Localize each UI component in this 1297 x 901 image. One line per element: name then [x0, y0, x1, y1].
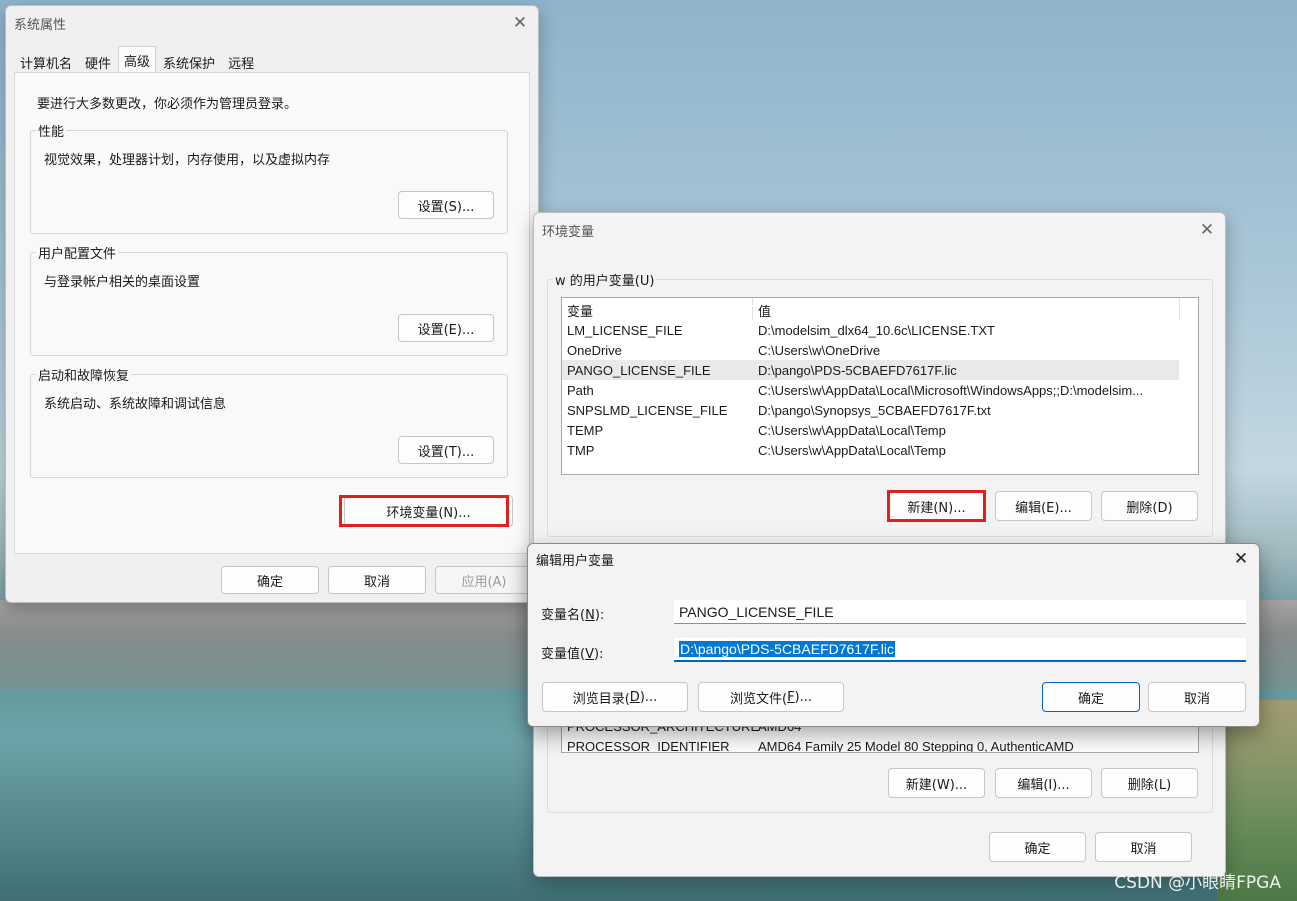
close-icon[interactable]: ✕: [1231, 549, 1251, 569]
browse-directory-button[interactable]: 浏览目录(D)...: [542, 682, 688, 712]
list-header: 变量 值: [562, 300, 1179, 320]
ok-button[interactable]: 确定: [221, 566, 319, 594]
watermark: CSDN @小眼睛FPGA: [1114, 873, 1281, 893]
variable-name: TEMP: [567, 422, 604, 438]
variable-value: C:\Users\w\OneDrive: [758, 342, 881, 358]
apply-button[interactable]: 应用(A): [435, 566, 533, 594]
user-variables-title: w 的用户变量(U): [553, 270, 657, 289]
variable-value: C:\Users\w\AppData\Local\Temp: [758, 422, 946, 438]
cancel-button[interactable]: 取消: [328, 566, 426, 594]
startup-recovery-title: 启动和故障恢复: [36, 365, 132, 384]
table-row[interactable]: PROCESSOR_IDENTIFIER AMD64 Family 25 Mod…: [562, 736, 1179, 753]
table-row[interactable]: LM_LICENSE_FILE D:\modelsim_dlx64_10.6c\…: [562, 320, 1179, 340]
delete-system-variable-button[interactable]: 删除(L): [1101, 768, 1198, 798]
variable-name: PROCESSOR_IDENTIFIER: [567, 738, 730, 753]
titlebar: 环境变量 ✕: [534, 213, 1225, 247]
table-row[interactable]: OneDrive C:\Users\w\OneDrive: [562, 340, 1179, 360]
user-profiles-desc: 与登录帐户相关的桌面设置: [44, 275, 201, 290]
cancel-button[interactable]: 取消: [1148, 682, 1246, 712]
variable-value: AMD64 Family 25 Model 80 Stepping 0, Aut…: [758, 738, 1074, 753]
variable-name: OneDrive: [567, 342, 622, 358]
variable-name: Path: [567, 382, 594, 398]
environment-variables-button[interactable]: 环境变量(N)...: [344, 495, 513, 527]
variable-value: C:\Users\w\AppData\Local\Temp: [758, 442, 946, 458]
new-user-variable-button[interactable]: 新建(N)...: [888, 491, 985, 521]
delete-user-variable-button[interactable]: 删除(D): [1101, 491, 1198, 521]
variable-name: PANGO_LICENSE_FILE: [567, 362, 711, 378]
variable-name-input[interactable]: PANGO_LICENSE_FILE: [674, 600, 1246, 624]
startup-recovery-desc: 系统启动、系统故障和调试信息: [44, 397, 227, 412]
table-row[interactable]: Path C:\Users\w\AppData\Local\Microsoft\…: [562, 380, 1179, 400]
table-row[interactable]: TEMP C:\Users\w\AppData\Local\Temp: [562, 420, 1179, 440]
ok-button[interactable]: 确定: [1042, 682, 1140, 712]
table-row[interactable]: TMP C:\Users\w\AppData\Local\Temp: [562, 440, 1179, 460]
performance-settings-button[interactable]: 设置(S)...: [398, 191, 494, 219]
cancel-button[interactable]: 取消: [1095, 832, 1192, 862]
user-profiles-title: 用户配置文件: [36, 243, 119, 262]
window-title: 系统属性: [14, 17, 67, 33]
table-row[interactable]: SNPSLMD_LICENSE_FILE D:\pango\Synopsys_5…: [562, 400, 1179, 420]
close-icon[interactable]: ✕: [510, 13, 530, 33]
window-title: 环境变量: [542, 224, 595, 240]
variable-value-label: 变量值(V):: [541, 647, 604, 662]
user-variables-list[interactable]: 变量 值 LM_LICENSE_FILE D:\modelsim_dlx64_1…: [561, 297, 1199, 475]
ok-button[interactable]: 确定: [989, 832, 1086, 862]
browse-file-button[interactable]: 浏览文件(F)...: [698, 682, 844, 712]
column-divider[interactable]: [752, 298, 753, 320]
system-properties-window: 系统属性 ✕ 计算机名 硬件 高级 系统保护 远程 要进行大多数更改，你必须作为…: [5, 5, 539, 603]
variable-value-input[interactable]: D:\pango\PDS-5CBAEFD7617F.lic: [674, 638, 1246, 662]
table-row-selected[interactable]: PANGO_LICENSE_FILE D:\pango\PDS-5CBAEFD7…: [562, 360, 1179, 380]
variable-name-label: 变量名(N):: [541, 608, 605, 623]
variable-name: TMP: [567, 442, 595, 458]
startup-recovery-settings-button[interactable]: 设置(T)...: [398, 436, 494, 464]
variable-value: D:\modelsim_dlx64_10.6c\LICENSE.TXT: [758, 322, 995, 338]
variable-name: SNPSLMD_LICENSE_FILE: [567, 402, 728, 418]
startup-recovery-group: 启动和故障恢复 系统启动、系统故障和调试信息 设置(T)...: [30, 365, 508, 478]
variable-name: LM_LICENSE_FILE: [567, 322, 683, 338]
dialog-title: 编辑用户变量: [536, 553, 615, 569]
column-divider[interactable]: [1179, 298, 1180, 320]
edit-user-variable-button[interactable]: 编辑(E)...: [995, 491, 1092, 521]
column-header-name[interactable]: 变量: [567, 301, 593, 320]
close-icon[interactable]: ✕: [1197, 220, 1217, 240]
user-profiles-group: 用户配置文件 与登录帐户相关的桌面设置 设置(E)...: [30, 243, 508, 356]
advanced-tab-panel: 要进行大多数更改，你必须作为管理员登录。 性能 视觉效果，处理器计划，内存使用，…: [14, 72, 530, 554]
titlebar: 编辑用户变量 ✕: [528, 544, 1259, 574]
user-profiles-settings-button[interactable]: 设置(E)...: [398, 314, 494, 342]
variable-value: D:\pango\Synopsys_5CBAEFD7617F.txt: [758, 402, 991, 418]
titlebar: 系统属性 ✕: [6, 6, 538, 40]
edit-system-variable-button[interactable]: 编辑(I)...: [995, 768, 1092, 798]
variable-value: C:\Users\w\AppData\Local\Microsoft\Windo…: [758, 382, 1144, 398]
admin-note: 要进行大多数更改，你必须作为管理员登录。: [37, 97, 298, 112]
edit-user-variable-dialog: 编辑用户变量 ✕ 变量名(N): PANGO_LICENSE_FILE 变量值(…: [527, 543, 1260, 727]
performance-title: 性能: [36, 121, 67, 140]
column-header-value[interactable]: 值: [758, 301, 771, 320]
performance-desc: 视觉效果，处理器计划，内存使用，以及虚拟内存: [44, 153, 331, 168]
new-system-variable-button[interactable]: 新建(W)...: [888, 768, 985, 798]
variable-value: D:\pango\PDS-5CBAEFD7617F.lic: [758, 362, 957, 378]
performance-group: 性能 视觉效果，处理器计划，内存使用，以及虚拟内存 设置(S)...: [30, 121, 508, 234]
